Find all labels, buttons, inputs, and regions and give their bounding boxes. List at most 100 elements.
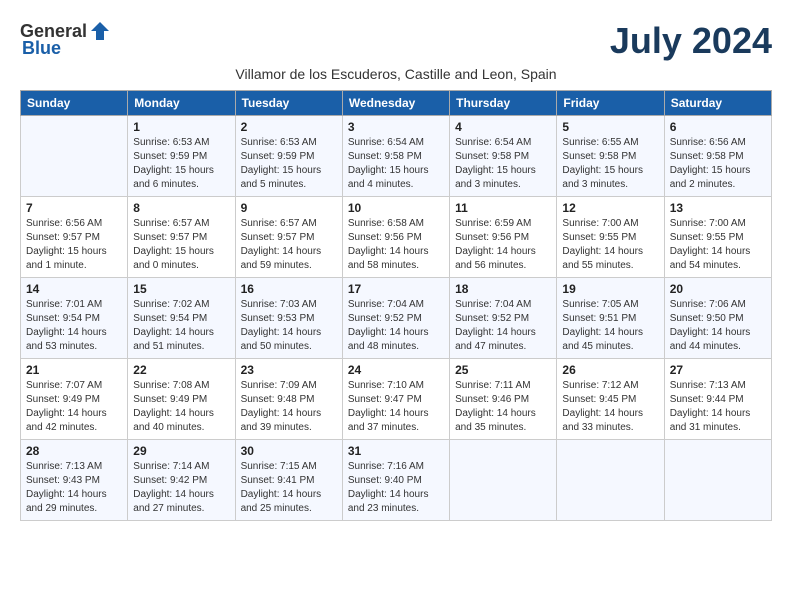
day-number: 14 [26,282,122,296]
day-info: Sunrise: 6:54 AMSunset: 9:58 PMDaylight:… [455,136,551,192]
day-info: Sunrise: 7:00 AMSunset: 9:55 PMDaylight:… [670,217,766,273]
day-number: 1 [133,120,229,134]
day-info: Sunrise: 6:57 AMSunset: 9:57 PMDaylight:… [241,217,337,273]
calendar-cell: 2 Sunrise: 6:53 AMSunset: 9:59 PMDaylight… [235,116,342,197]
day-number: 13 [670,201,766,215]
day-header-thursday: Thursday [450,91,557,116]
day-info: Sunrise: 7:13 AMSunset: 9:43 PMDaylight:… [26,460,122,516]
calendar-week-row: 1 Sunrise: 6:53 AMSunset: 9:59 PMDaylight… [21,116,772,197]
day-info: Sunrise: 6:58 AMSunset: 9:56 PMDaylight:… [348,217,444,273]
calendar-cell: 20Sunrise: 7:06 AMSunset: 9:50 PMDayligh… [664,278,771,359]
day-info: Sunrise: 6:56 AMSunset: 9:58 PMDaylight:… [670,136,766,192]
calendar-cell: 17 Sunrise: 7:04 AMSunset: 9:52 PMDayligh… [342,278,449,359]
calendar-cell: 27 Sunrise: 7:13 AMSunset: 9:44 PMDayligh… [664,359,771,440]
day-info: Sunrise: 7:13 AMSunset: 9:44 PMDaylight:… [670,379,766,435]
calendar-cell: 4 Sunrise: 6:54 AMSunset: 9:58 PMDaylight… [450,116,557,197]
day-number: 31 [348,444,444,458]
day-info: Sunrise: 7:01 AMSunset: 9:54 PMDaylight:… [26,298,122,354]
calendar-cell: 18 Sunrise: 7:04 AMSunset: 9:52 PMDayligh… [450,278,557,359]
day-info: Sunrise: 6:53 AMSunset: 9:59 PMDaylight:… [133,136,229,192]
day-info: Sunrise: 7:00 AMSunset: 9:55 PMDaylight:… [562,217,658,273]
calendar-cell [450,440,557,521]
calendar-cell: 7 Sunrise: 6:56 AMSunset: 9:57 PMDaylight… [21,197,128,278]
day-info: Sunrise: 6:53 AMSunset: 9:59 PMDaylight:… [241,136,337,192]
day-number: 30 [241,444,337,458]
calendar-cell: 16 Sunrise: 7:03 AMSunset: 9:53 PMDayligh… [235,278,342,359]
day-number: 9 [241,201,337,215]
day-header-wednesday: Wednesday [342,91,449,116]
day-info: Sunrise: 7:14 AMSunset: 9:42 PMDaylight:… [133,460,229,516]
day-info: Sunrise: 7:12 AMSunset: 9:45 PMDaylight:… [562,379,658,435]
calendar-cell: 3 Sunrise: 6:54 AMSunset: 9:58 PMDaylight… [342,116,449,197]
calendar-cell: 15 Sunrise: 7:02 AMSunset: 9:54 PMDayligh… [128,278,235,359]
day-info: Sunrise: 6:54 AMSunset: 9:58 PMDaylight:… [348,136,444,192]
day-number: 10 [348,201,444,215]
calendar-cell: 1 Sunrise: 6:53 AMSunset: 9:59 PMDaylight… [128,116,235,197]
calendar-cell: 10 Sunrise: 6:58 AMSunset: 9:56 PMDayligh… [342,197,449,278]
day-number: 19 [562,282,658,296]
day-number: 17 [348,282,444,296]
day-number: 18 [455,282,551,296]
day-number: 15 [133,282,229,296]
calendar-cell: 12Sunrise: 7:00 AMSunset: 9:55 PMDayligh… [557,197,664,278]
day-number: 4 [455,120,551,134]
day-info: Sunrise: 7:08 AMSunset: 9:49 PMDaylight:… [133,379,229,435]
day-header-friday: Friday [557,91,664,116]
calendar-week-row: 7 Sunrise: 6:56 AMSunset: 9:57 PMDaylight… [21,197,772,278]
day-info: Sunrise: 7:04 AMSunset: 9:52 PMDaylight:… [348,298,444,354]
calendar-cell: 14 Sunrise: 7:01 AMSunset: 9:54 PMDayligh… [21,278,128,359]
day-number: 5 [562,120,658,134]
day-info: Sunrise: 7:04 AMSunset: 9:52 PMDaylight:… [455,298,551,354]
calendar-cell: 9 Sunrise: 6:57 AMSunset: 9:57 PMDaylight… [235,197,342,278]
day-info: Sunrise: 6:57 AMSunset: 9:57 PMDaylight:… [133,217,229,273]
calendar-week-row: 21Sunrise: 7:07 AMSunset: 9:49 PMDayligh… [21,359,772,440]
day-number: 8 [133,201,229,215]
day-number: 6 [670,120,766,134]
calendar-table: SundayMondayTuesdayWednesdayThursdayFrid… [20,90,772,521]
calendar-cell: 29Sunrise: 7:14 AMSunset: 9:42 PMDayligh… [128,440,235,521]
calendar-cell: 19 Sunrise: 7:05 AMSunset: 9:51 PMDayligh… [557,278,664,359]
day-info: Sunrise: 6:55 AMSunset: 9:58 PMDaylight:… [562,136,658,192]
day-info: Sunrise: 7:05 AMSunset: 9:51 PMDaylight:… [562,298,658,354]
logo: General Blue [20,20,111,59]
calendar-cell: 25Sunrise: 7:11 AMSunset: 9:46 PMDayligh… [450,359,557,440]
day-number: 28 [26,444,122,458]
day-info: Sunrise: 6:56 AMSunset: 9:57 PMDaylight:… [26,217,122,273]
calendar-week-row: 28 Sunrise: 7:13 AMSunset: 9:43 PMDayligh… [21,440,772,521]
calendar-cell: 8 Sunrise: 6:57 AMSunset: 9:57 PMDaylight… [128,197,235,278]
day-number: 21 [26,363,122,377]
day-number: 11 [455,201,551,215]
logo-blue: Blue [22,38,61,59]
day-number: 23 [241,363,337,377]
day-info: Sunrise: 6:59 AMSunset: 9:56 PMDaylight:… [455,217,551,273]
month-title: July 2024 [610,20,772,62]
day-info: Sunrise: 7:06 AMSunset: 9:50 PMDaylight:… [670,298,766,354]
day-info: Sunrise: 7:03 AMSunset: 9:53 PMDaylight:… [241,298,337,354]
day-info: Sunrise: 7:02 AMSunset: 9:54 PMDaylight:… [133,298,229,354]
day-number: 16 [241,282,337,296]
day-number: 2 [241,120,337,134]
calendar-cell: 26Sunrise: 7:12 AMSunset: 9:45 PMDayligh… [557,359,664,440]
day-number: 24 [348,363,444,377]
calendar-cell [21,116,128,197]
calendar-cell: 5 Sunrise: 6:55 AMSunset: 9:58 PMDaylight… [557,116,664,197]
calendar-cell: 23 Sunrise: 7:09 AMSunset: 9:48 PMDayligh… [235,359,342,440]
day-number: 3 [348,120,444,134]
calendar-cell: 21Sunrise: 7:07 AMSunset: 9:49 PMDayligh… [21,359,128,440]
days-header-row: SundayMondayTuesdayWednesdayThursdayFrid… [21,91,772,116]
day-info: Sunrise: 7:10 AMSunset: 9:47 PMDaylight:… [348,379,444,435]
page-header: General Blue July 2024 [20,20,772,62]
calendar-cell: 11 Sunrise: 6:59 AMSunset: 9:56 PMDayligh… [450,197,557,278]
calendar-cell: 24 Sunrise: 7:10 AMSunset: 9:47 PMDayligh… [342,359,449,440]
day-header-sunday: Sunday [21,91,128,116]
calendar-cell: 30Sunrise: 7:15 AMSunset: 9:41 PMDayligh… [235,440,342,521]
calendar-cell [557,440,664,521]
day-number: 7 [26,201,122,215]
day-number: 22 [133,363,229,377]
page-subtitle: Villamor de los Escuderos, Castille and … [20,66,772,82]
calendar-week-row: 14 Sunrise: 7:01 AMSunset: 9:54 PMDayligh… [21,278,772,359]
day-number: 27 [670,363,766,377]
day-header-tuesday: Tuesday [235,91,342,116]
day-info: Sunrise: 7:09 AMSunset: 9:48 PMDaylight:… [241,379,337,435]
day-info: Sunrise: 7:16 AMSunset: 9:40 PMDaylight:… [348,460,444,516]
